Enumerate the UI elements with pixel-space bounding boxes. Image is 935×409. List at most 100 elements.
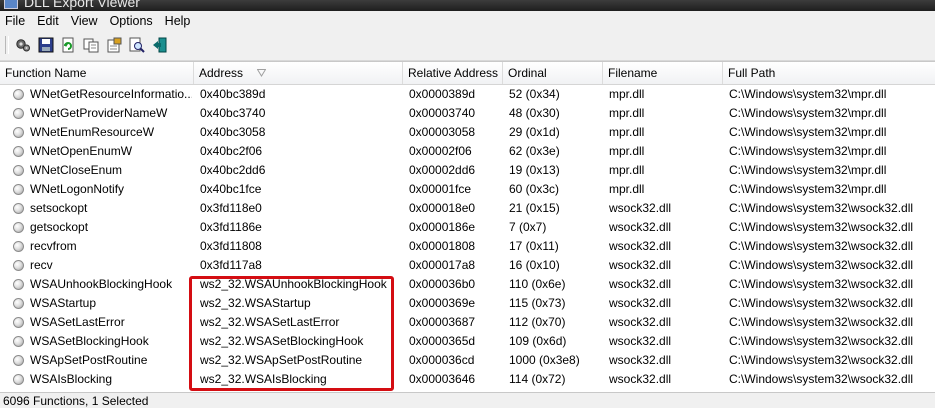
address-cell: 0x3fd1186e (200, 220, 262, 234)
export-function-icon (13, 108, 24, 119)
function-name-cell: WNetLogonNotify (30, 182, 125, 196)
status-bar: 6096 Functions, 1 Selected (0, 392, 935, 408)
table-row[interactable]: WNetGetProviderNameW 0x40bc3740 0x00003740… (0, 104, 935, 123)
table-row[interactable]: recv 0x3fd117a8 0x000017a8 16 (0x10) wsock32… (0, 256, 935, 275)
filename-cell: wsock32.dll (609, 220, 672, 234)
address-cell: ws2_32.WSApSetPostRoutine (200, 353, 363, 367)
ordinal-cell: 19 (0x13) (509, 163, 560, 177)
address-cell: 0x3fd117a8 (200, 258, 262, 272)
table-row[interactable]: WSASetBlockingHook ws2_32.WSASetBlockingH… (0, 332, 935, 351)
ordinal-cell: 60 (0x3c) (509, 182, 560, 196)
column-header-full-path[interactable]: Full Path (723, 62, 935, 84)
address-cell: 0x3fd118e0 (200, 201, 262, 215)
exports-list[interactable]: Function Name Address Relative Address O… (0, 61, 935, 393)
table-row[interactable]: getsockopt 0x3fd1186e 0x0000186e 7 (0x7) wso… (0, 218, 935, 237)
relative-address-cell: 0x000018e0 (409, 201, 476, 215)
filename-cell: wsock32.dll (609, 277, 672, 291)
ordinal-cell: 115 (0x73) (509, 296, 566, 310)
relative-address-cell: 0x0000186e (409, 220, 476, 234)
filename-cell: wsock32.dll (609, 239, 672, 253)
table-row[interactable]: recvfrom 0x3fd11808 0x00001808 17 (0x11) wso… (0, 237, 935, 256)
export-function-icon (13, 127, 24, 138)
filename-cell: wsock32.dll (609, 296, 672, 310)
full-path-cell: C:\Windows\system32\wsock32.dll (729, 220, 914, 234)
relative-address-cell: 0x0000389d (409, 87, 476, 101)
full-path-cell: C:\Windows\system32\wsock32.dll (729, 258, 914, 272)
address-cell: 0x3fd11808 (200, 239, 262, 253)
full-path-cell: C:\Windows\system32\mpr.dll (729, 144, 887, 158)
full-path-cell: C:\Windows\system32\mpr.dll (729, 87, 887, 101)
ordinal-cell: 48 (0x30) (509, 106, 560, 120)
function-name-cell: WSAIsBlocking (30, 372, 113, 386)
column-header-relative-address[interactable]: Relative Address (403, 62, 503, 84)
table-row[interactable]: WNetEnumResourceW 0x40bc3058 0x00003058 29 … (0, 123, 935, 142)
refresh-icon[interactable] (60, 37, 76, 53)
function-name-cell: WSApSetPostRoutine (30, 353, 148, 367)
menu-edit[interactable]: Edit (31, 11, 65, 31)
table-row[interactable]: WNetCloseEnum 0x40bc2dd6 0x00002dd6 19 (0x1… (0, 161, 935, 180)
menu-view[interactable]: View (65, 11, 104, 31)
ordinal-cell: 1000 (0x3e8) (509, 353, 580, 367)
column-header-ordinal[interactable]: Ordinal (503, 62, 603, 84)
function-name-cell: WNetGetResourceInformatio... (30, 87, 192, 101)
column-header-function-name[interactable]: Function Name (0, 62, 194, 84)
save-icon[interactable] (38, 37, 54, 53)
column-header-filename[interactable]: Filename (603, 62, 723, 84)
table-row[interactable]: WNetOpenEnumW 0x40bc2f06 0x00002f06 62 (0x3… (0, 142, 935, 161)
toolbar-grip (5, 36, 9, 54)
table-row[interactable]: WSAStartup ws2_32.WSAStartup 0x0000369e 115… (0, 294, 935, 313)
column-header-address[interactable]: Address (194, 62, 403, 84)
function-name-cell: WNetEnumResourceW (30, 125, 155, 139)
export-function-icon (13, 165, 24, 176)
full-path-cell: C:\Windows\system32\wsock32.dll (729, 239, 914, 253)
full-path-cell: C:\Windows\system32\mpr.dll (729, 163, 887, 177)
filename-cell: wsock32.dll (609, 334, 672, 348)
properties-icon[interactable] (15, 37, 31, 53)
ordinal-cell: 109 (0x6d) (509, 334, 567, 348)
relative-address-cell: 0x000017a8 (409, 258, 476, 272)
filename-cell: mpr.dll (609, 87, 645, 101)
table-row[interactable]: WSASetLastError ws2_32.WSASetLastError 0x0… (0, 313, 935, 332)
menu-file[interactable]: File (0, 11, 31, 31)
address-cell: 0x40bc2f06 (200, 144, 263, 158)
function-name-cell: getsockopt (30, 220, 89, 234)
full-path-cell: C:\Windows\system32\wsock32.dll (729, 334, 914, 348)
export-function-icon (13, 241, 24, 252)
table-row[interactable]: WNetGetResourceInformatio... 0x40bc389d 0x… (0, 85, 935, 104)
html-report-icon[interactable] (106, 37, 122, 53)
ordinal-cell: 7 (0x7) (509, 220, 547, 234)
table-row[interactable]: WSAUnhookBlockingHook ws2_32.WSAUnhookBlo… (0, 275, 935, 294)
title-bar: DLL Export Viewer (0, 0, 935, 11)
table-row[interactable]: setsockopt 0x3fd118e0 0x000018e0 21 (0x15) w… (0, 199, 935, 218)
address-cell: 0x40bc1fce (200, 182, 262, 196)
filename-cell: wsock32.dll (609, 258, 672, 272)
filename-cell: mpr.dll (609, 106, 645, 120)
relative-address-cell: 0x00003740 (409, 106, 476, 120)
find-icon[interactable] (129, 37, 145, 53)
function-name-cell: WSASetBlockingHook (30, 334, 149, 348)
copy-icon[interactable] (83, 37, 99, 53)
function-name-cell: WNetCloseEnum (30, 163, 123, 177)
column-header-row: Function Name Address Relative Address O… (0, 62, 935, 85)
filename-cell: mpr.dll (609, 163, 645, 177)
table-row[interactable]: WSAIsBlocking ws2_32.WSAIsBlocking 0x00003… (0, 370, 935, 389)
ordinal-cell: 114 (0x72) (509, 372, 566, 386)
ordinal-cell: 62 (0x3e) (509, 144, 560, 158)
exit-icon[interactable] (152, 37, 168, 53)
full-path-cell: C:\Windows\system32\wsock32.dll (729, 372, 914, 386)
address-cell: ws2_32.WSAStartup (200, 296, 311, 310)
table-row[interactable]: WSApSetPostRoutine ws2_32.WSApSetPostRout… (0, 351, 935, 370)
ordinal-cell: 52 (0x34) (509, 87, 560, 101)
menu-options[interactable]: Options (104, 11, 159, 31)
relative-address-cell: 0x000036b0 (409, 277, 476, 291)
export-function-icon (13, 298, 24, 309)
function-name-cell: WSASetLastError (30, 315, 125, 329)
relative-address-cell: 0x00003687 (409, 315, 476, 329)
function-name-cell: WSAUnhookBlockingHook (30, 277, 173, 291)
relative-address-cell: 0x00001808 (409, 239, 476, 253)
function-name-cell: setsockopt (30, 201, 88, 215)
menu-help[interactable]: Help (159, 11, 197, 31)
table-row[interactable]: WNetLogonNotify 0x40bc1fce 0x00001fce 60 (0… (0, 180, 935, 199)
relative-address-cell: 0x00001fce (409, 182, 472, 196)
export-function-icon (13, 317, 24, 328)
